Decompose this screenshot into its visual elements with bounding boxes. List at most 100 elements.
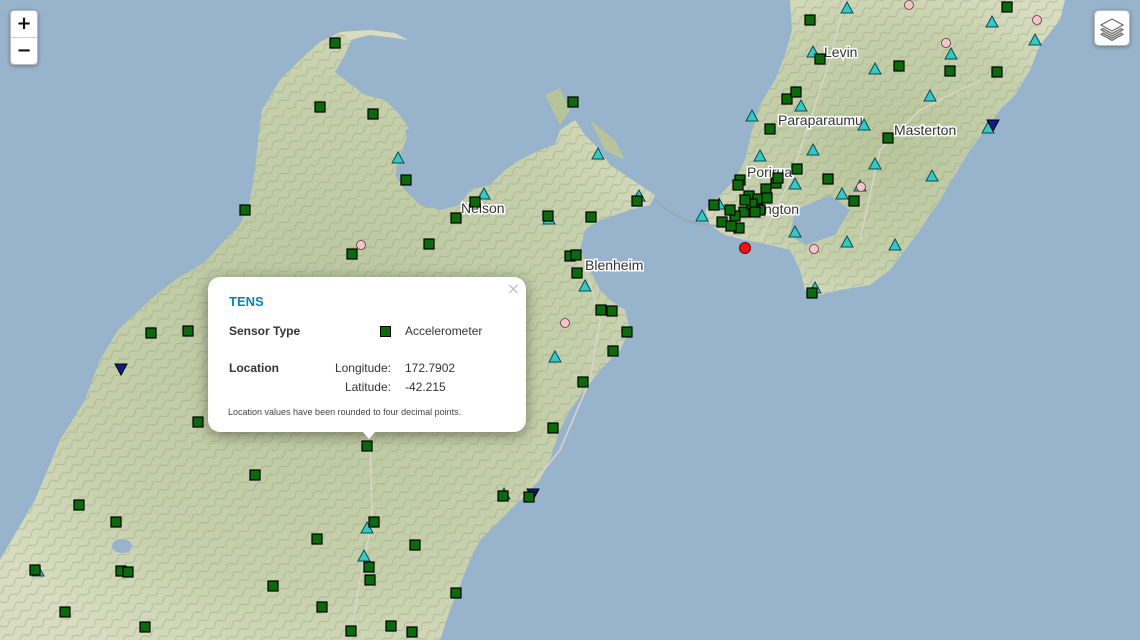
accelerometer-marker[interactable] — [122, 566, 134, 578]
longitude-label: Longitude: — [334, 361, 391, 375]
layers-icon — [1099, 18, 1125, 41]
accelerometer-marker[interactable] — [139, 621, 151, 633]
sensor-type-value: Accelerometer — [405, 324, 483, 338]
accelerometer-marker[interactable] — [944, 65, 956, 77]
accelerometer-marker[interactable] — [367, 108, 379, 120]
accelerometer-marker[interactable] — [567, 96, 579, 108]
accelerometer-symbol-icon — [380, 326, 391, 337]
accelerometer-marker[interactable] — [192, 416, 204, 428]
accelerometer-marker[interactable] — [423, 238, 435, 250]
latitude-value: -42.215 — [405, 380, 446, 394]
accelerometer-marker[interactable] — [761, 192, 773, 204]
accelerometer-marker[interactable] — [882, 132, 894, 144]
accelerometer-marker[interactable] — [732, 179, 744, 191]
sensor-popup: × TENS Sensor Type Accelerometer Locatio… — [208, 277, 526, 432]
gnss-marker[interactable] — [941, 38, 951, 48]
gnss-marker[interactable] — [1032, 15, 1042, 25]
accelerometer-marker[interactable] — [790, 86, 802, 98]
accelerometer-marker[interactable] — [764, 123, 776, 135]
accelerometer-marker[interactable] — [739, 194, 751, 206]
accelerometer-marker[interactable] — [1001, 1, 1013, 13]
popup-close-button[interactable]: × — [507, 280, 520, 298]
gnss-marker[interactable] — [560, 318, 570, 328]
gnss-marker[interactable] — [809, 244, 819, 254]
accelerometer-marker[interactable] — [316, 601, 328, 613]
gnss-marker[interactable] — [356, 240, 366, 250]
seismometer-marker[interactable] — [745, 108, 759, 122]
zoom-in-button[interactable]: + — [11, 11, 37, 37]
accelerometer-marker[interactable] — [314, 101, 326, 113]
accelerometer-marker[interactable] — [406, 626, 418, 638]
accelerometer-marker[interactable] — [724, 204, 736, 216]
accelerometer-marker[interactable] — [547, 422, 559, 434]
zoom-out-button[interactable]: − — [11, 37, 37, 64]
place-label-porirua: Porirua — [747, 164, 792, 180]
location-label: Location — [229, 361, 279, 375]
accelerometer-marker[interactable] — [409, 539, 421, 551]
place-label-blenheim: Blenheim — [585, 257, 643, 273]
rounding-note: Location values have been rounded to fou… — [228, 407, 462, 417]
accelerometer-marker[interactable] — [523, 491, 535, 503]
accelerometer-marker[interactable] — [249, 469, 261, 481]
accelerometer-marker[interactable] — [29, 564, 41, 576]
accelerometer-marker[interactable] — [804, 14, 816, 26]
map-canvas[interactable]: Levin Paraparaumu Masterton Porirua ngto… — [0, 0, 1140, 640]
accelerometer-marker[interactable] — [361, 440, 373, 452]
accelerometer-marker[interactable] — [368, 516, 380, 528]
longitude-value: 172.7902 — [405, 361, 456, 375]
accelerometer-marker[interactable] — [814, 53, 826, 65]
popup-title: TENS — [229, 294, 264, 309]
accelerometer-marker[interactable] — [848, 195, 860, 207]
accelerometer-marker[interactable] — [822, 173, 834, 185]
popup-tip — [361, 430, 377, 439]
accelerometer-marker[interactable] — [571, 267, 583, 279]
accelerometer-marker[interactable] — [595, 304, 607, 316]
accelerometer-marker[interactable] — [791, 163, 803, 175]
place-label-paraparaumu: Paraparaumu — [778, 112, 863, 128]
accelerometer-marker[interactable] — [182, 325, 194, 337]
place-label-nelson: Nelson — [461, 200, 505, 216]
accelerometer-marker[interactable] — [570, 249, 582, 261]
accelerometer-marker[interactable] — [577, 376, 589, 388]
accelerometer-marker[interactable] — [400, 174, 412, 186]
accelerometer-marker[interactable] — [893, 60, 905, 72]
accelerometer-marker[interactable] — [585, 211, 597, 223]
accelerometer-marker[interactable] — [631, 195, 643, 207]
gnss-marker[interactable] — [904, 0, 914, 10]
accelerometer-marker[interactable] — [708, 199, 720, 211]
accelerometer-marker[interactable] — [497, 490, 509, 502]
place-label-masterton: Masterton — [894, 122, 956, 138]
accelerometer-marker[interactable] — [450, 587, 462, 599]
accelerometer-marker[interactable] — [607, 345, 619, 357]
selected-event-marker[interactable] — [739, 242, 751, 254]
accelerometer-marker[interactable] — [806, 287, 818, 299]
accelerometer-marker[interactable] — [239, 204, 251, 216]
gnss-marker[interactable] — [856, 182, 866, 192]
accelerometer-marker[interactable] — [73, 499, 85, 511]
accelerometer-marker[interactable] — [385, 620, 397, 632]
accelerometer-marker[interactable] — [469, 196, 481, 208]
latitude-label: Latitude: — [344, 380, 391, 394]
accelerometer-marker[interactable] — [345, 625, 357, 637]
accelerometer-marker[interactable] — [991, 66, 1003, 78]
accelerometer-marker[interactable] — [311, 533, 323, 545]
zoom-control: + − — [10, 10, 38, 65]
layers-button[interactable] — [1094, 10, 1130, 46]
accelerometer-marker[interactable] — [364, 574, 376, 586]
accelerometer-marker[interactable] — [772, 172, 784, 184]
accelerometer-marker[interactable] — [329, 37, 341, 49]
sensor-type-label: Sensor Type — [229, 324, 301, 338]
accelerometer-marker[interactable] — [267, 580, 279, 592]
accelerometer-marker[interactable] — [749, 206, 761, 218]
accelerometer-marker[interactable] — [110, 516, 122, 528]
accelerometer-marker[interactable] — [725, 220, 737, 232]
accelerometer-marker[interactable] — [59, 606, 71, 618]
accelerometer-marker[interactable] — [363, 561, 375, 573]
accelerometer-marker[interactable] — [450, 212, 462, 224]
place-label-levin: Levin — [824, 44, 857, 60]
accelerometer-marker[interactable] — [621, 326, 633, 338]
accelerometer-marker[interactable] — [542, 210, 554, 222]
accelerometer-marker[interactable] — [606, 305, 618, 317]
accelerometer-marker[interactable] — [346, 248, 358, 260]
accelerometer-marker[interactable] — [145, 327, 157, 339]
